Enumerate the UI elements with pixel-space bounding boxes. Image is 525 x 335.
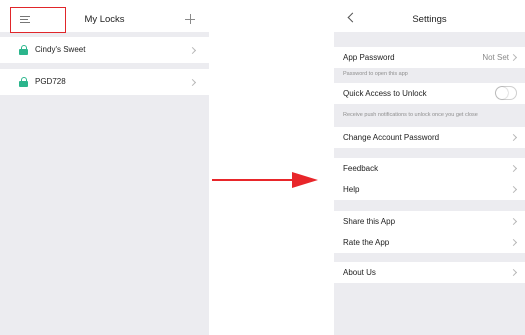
rate-label: Rate the App	[343, 238, 390, 247]
quick-access-row: Quick Access to Unlock	[334, 83, 525, 104]
lock-name: PGD728	[35, 77, 66, 86]
chevron-right-icon	[509, 185, 518, 194]
help-row[interactable]: Help	[334, 179, 525, 200]
share-row[interactable]: Share this App	[334, 211, 525, 232]
chevron-right-icon	[509, 238, 518, 247]
chevron-right-icon	[509, 133, 518, 142]
about-row[interactable]: About Us	[334, 262, 525, 283]
change-password-label: Change Account Password	[343, 133, 440, 142]
share-label: Share this App	[343, 217, 396, 226]
chevron-right-icon	[509, 268, 518, 277]
app-password-row[interactable]: App Password Not Set	[334, 47, 525, 68]
lock-icon	[19, 45, 28, 55]
help-label: Help	[343, 185, 360, 194]
lock-list-item[interactable]: Cindy's Sweet	[0, 37, 209, 63]
change-password-row[interactable]: Change Account Password	[334, 127, 525, 148]
about-label: About Us	[343, 268, 376, 277]
rate-row[interactable]: Rate the App	[334, 232, 525, 253]
app-password-value: Not Set	[482, 53, 509, 62]
chevron-right-icon	[188, 46, 197, 55]
chevron-right-icon	[509, 217, 518, 226]
settings-nav-bar: Settings	[334, 0, 525, 32]
quick-access-label: Quick Access to Unlock	[343, 89, 427, 98]
settings-screen: Settings App Password Not Set Password t…	[334, 0, 525, 335]
feedback-row[interactable]: Feedback	[334, 158, 525, 179]
chevron-right-icon	[509, 53, 518, 62]
page-title: Settings	[412, 14, 447, 25]
app-password-label: App Password	[343, 53, 395, 62]
chevron-right-icon	[509, 164, 518, 173]
lock-icon	[19, 77, 28, 87]
feedback-label: Feedback	[343, 164, 379, 173]
app-password-hint: Password to open this app	[343, 71, 408, 77]
arrow-right-icon	[212, 172, 318, 188]
quick-access-hint: Receive push notifications to unlock onc…	[343, 112, 478, 118]
menu-highlight-box	[10, 7, 66, 33]
quick-access-toggle[interactable]	[495, 86, 517, 100]
lock-name: Cindy's Sweet	[35, 45, 86, 54]
add-icon[interactable]	[185, 14, 195, 24]
chevron-right-icon	[188, 78, 197, 87]
lock-list-item[interactable]: PGD728	[0, 69, 209, 95]
my-locks-screen: My Locks Cindy's Sweet PGD728	[0, 0, 209, 335]
